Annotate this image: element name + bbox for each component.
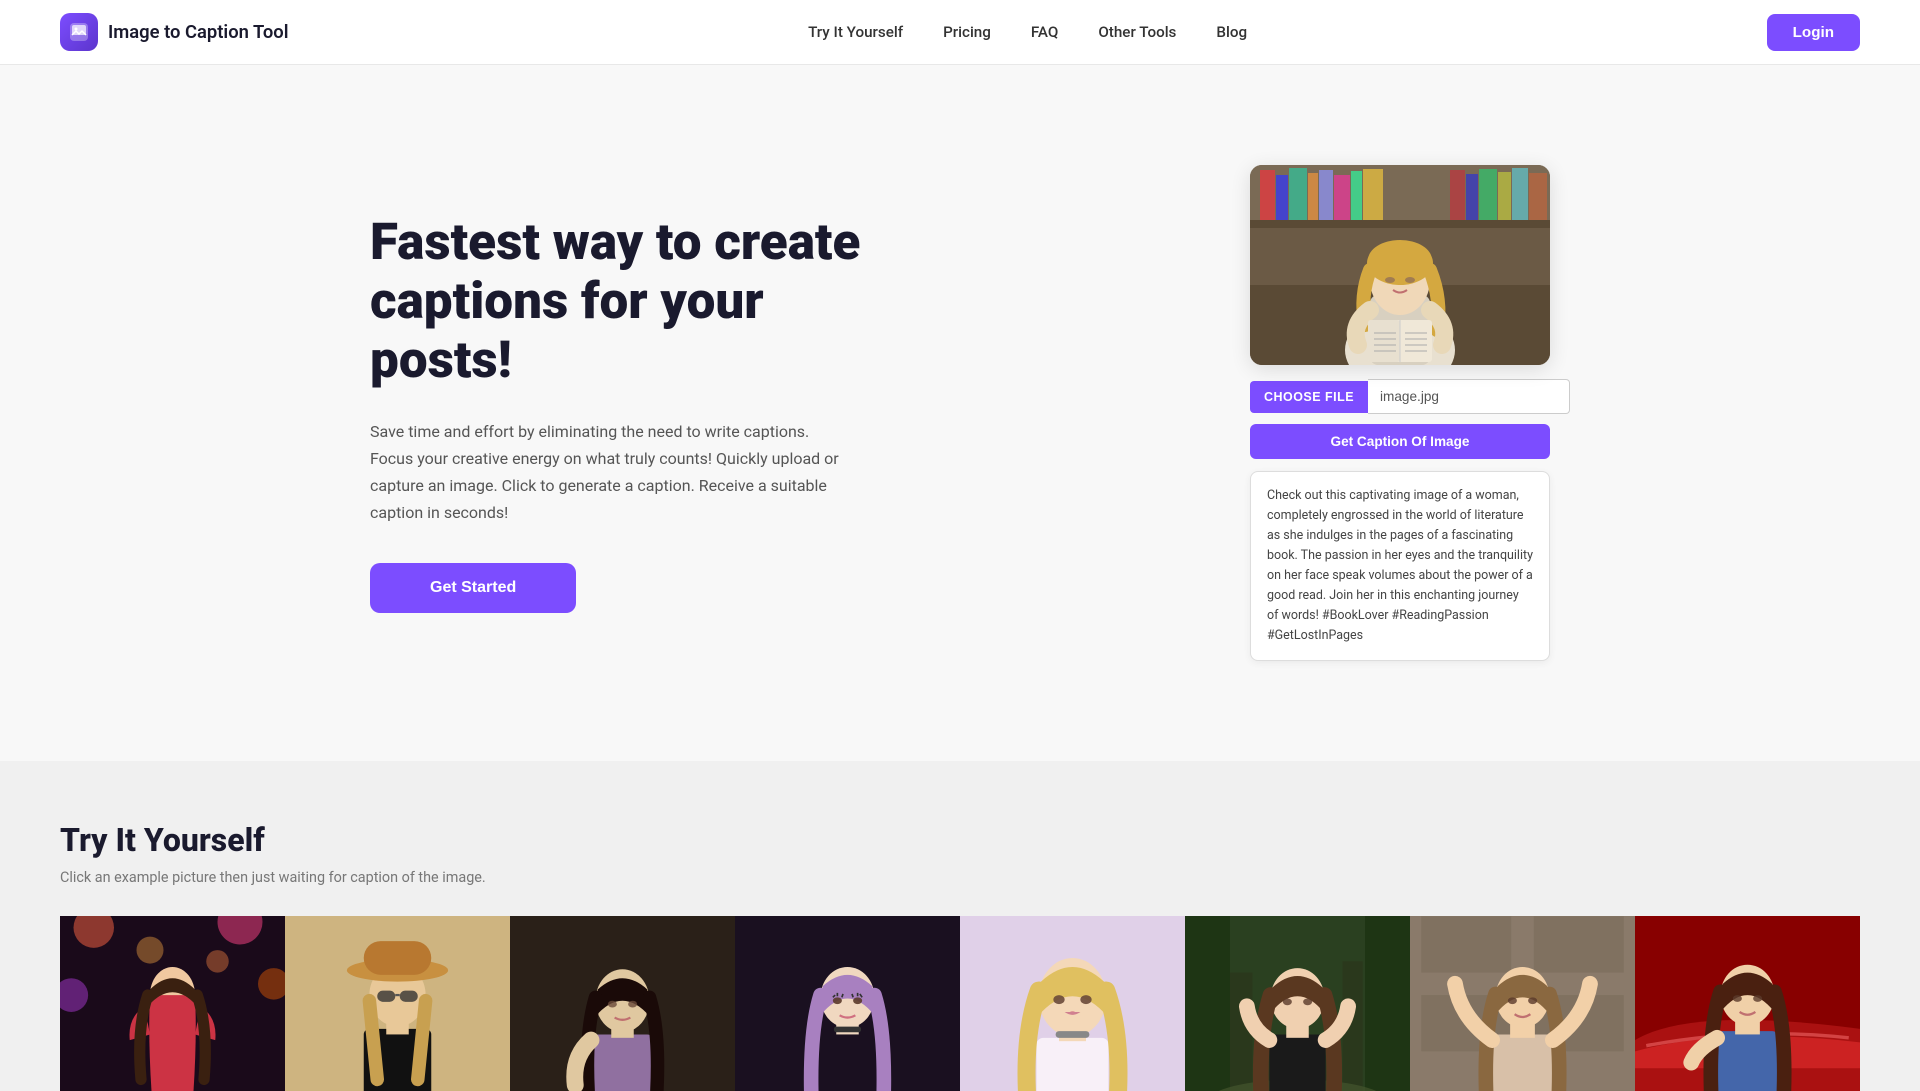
login-button[interactable]: Login <box>1767 14 1860 51</box>
gallery-item-8[interactable] <box>1635 916 1860 1091</box>
hero-section: Fastest way to create captions for your … <box>310 85 1610 741</box>
nav-blog[interactable]: Blog <box>1216 23 1247 41</box>
nav-faq[interactable]: FAQ <box>1031 23 1058 41</box>
gallery-item-6[interactable] <box>1185 916 1410 1091</box>
brand-name: Image to Caption Tool <box>108 22 289 43</box>
choose-file-button[interactable]: CHOOSE FILE <box>1250 381 1368 413</box>
logo-icon <box>60 13 98 51</box>
try-section: Try It Yourself Click an example picture… <box>0 761 1920 1091</box>
nav-pricing[interactable]: Pricing <box>943 23 991 41</box>
gallery-item-4[interactable] <box>735 916 960 1091</box>
hero-description: Save time and effort by eliminating the … <box>370 418 850 527</box>
gallery-item-3[interactable] <box>510 916 735 1091</box>
hero-widget: CHOOSE FILE Get Caption Of Image Check o… <box>1250 165 1550 661</box>
file-name-input[interactable] <box>1368 379 1570 414</box>
gallery-item-1[interactable] <box>60 916 285 1091</box>
logo-area[interactable]: Image to Caption Tool <box>60 13 289 51</box>
gallery-item-7[interactable] <box>1410 916 1635 1091</box>
navbar: Image to Caption Tool Try It Yourself Pr… <box>0 0 1920 65</box>
get-started-button[interactable]: Get Started <box>370 563 576 613</box>
image-gallery <box>60 916 1860 1091</box>
try-section-description: Click an example picture then just waiti… <box>60 869 1860 886</box>
caption-output: Check out this captivating image of a wo… <box>1250 471 1550 661</box>
nav-try-it[interactable]: Try It Yourself <box>808 23 903 41</box>
file-input-row: CHOOSE FILE <box>1250 379 1550 414</box>
try-section-title: Try It Yourself <box>60 821 1860 859</box>
hero-text-block: Fastest way to create captions for your … <box>370 213 890 612</box>
gallery-item-5[interactable] <box>960 916 1185 1091</box>
nav-other-tools[interactable]: Other Tools <box>1098 23 1176 41</box>
hero-image-box <box>1250 165 1550 365</box>
nav-links: Try It Yourself Pricing FAQ Other Tools … <box>808 23 1247 41</box>
hero-title: Fastest way to create captions for your … <box>370 213 890 390</box>
gallery-item-2[interactable] <box>285 916 510 1091</box>
get-caption-button[interactable]: Get Caption Of Image <box>1250 424 1550 459</box>
